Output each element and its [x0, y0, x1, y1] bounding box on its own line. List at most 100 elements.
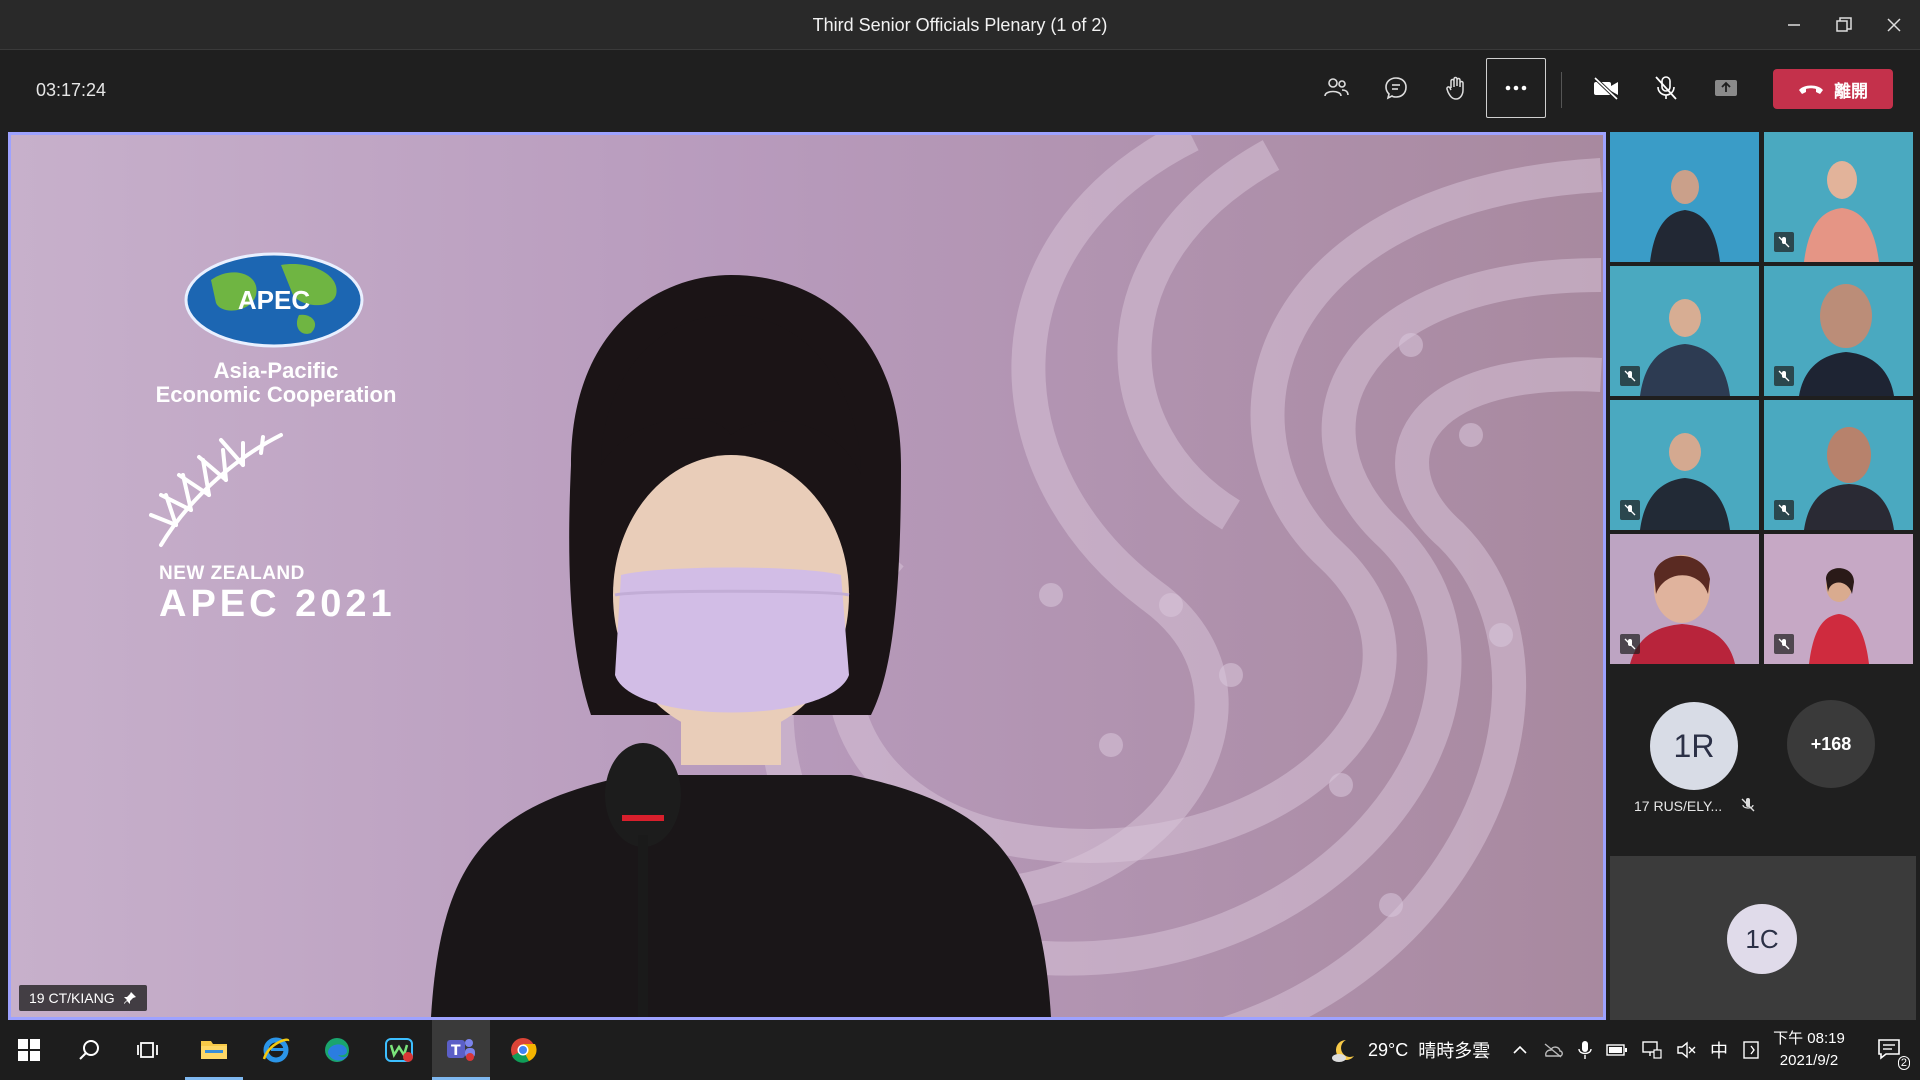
pin-icon — [123, 992, 136, 1004]
restore-button[interactable] — [1819, 0, 1869, 50]
task-view-icon — [137, 1042, 158, 1058]
input-method-indicator[interactable]: 中 — [1710, 1037, 1728, 1063]
participant-avatar-1r[interactable]: 1R — [1650, 702, 1738, 790]
nz-year-label: APEC 2021 — [159, 583, 396, 625]
close-button[interactable] — [1869, 0, 1919, 50]
weather-temperature: 29°C — [1368, 1039, 1409, 1060]
chat-button[interactable] — [1366, 58, 1426, 118]
minimize-button[interactable] — [1769, 0, 1819, 50]
tablet-mode-icon[interactable] — [1742, 1040, 1760, 1060]
edge-icon — [325, 1038, 349, 1062]
notification-center-button[interactable]: 2 — [1862, 1020, 1920, 1080]
taskbar-clock[interactable]: 下午 08:19 2021/9/2 — [1764, 1028, 1854, 1072]
internet-explorer-icon — [262, 1037, 290, 1063]
muted-indicator — [1620, 500, 1640, 520]
mic-off-icon — [1624, 370, 1636, 382]
weather-widget[interactable]: 29°C 晴時多雲 — [1330, 1020, 1490, 1080]
taskbar-chrome[interactable] — [494, 1020, 552, 1080]
call-timer: 03:17:24 — [36, 80, 107, 100]
muted-indicator — [1620, 634, 1640, 654]
main-video-stage[interactable]: APEC Asia-Pacific Economic Cooperation N… — [8, 132, 1606, 1020]
muted-indicator — [1740, 797, 1756, 818]
taskbar-edge[interactable] — [308, 1020, 366, 1080]
search-button[interactable] — [60, 1020, 118, 1080]
chrome-icon — [511, 1038, 537, 1063]
more-icon — [1505, 85, 1527, 91]
speaker-name-chip: 19 CT/KIANG — [19, 985, 147, 1011]
toolbar-separator — [1561, 72, 1562, 108]
moon-cloud-icon — [1332, 1040, 1354, 1062]
muted-indicator — [1774, 634, 1794, 654]
chevron-up-icon[interactable] — [1512, 1042, 1528, 1058]
participant-avatar-1c[interactable]: 1C — [1727, 904, 1797, 974]
clock-time: 下午 08:19 — [1773, 1030, 1845, 1047]
more-actions-button[interactable] — [1486, 58, 1546, 118]
nz-fern-logo — [149, 433, 283, 547]
apec-subtitle-line1: Asia-Pacific — [213, 358, 339, 383]
volume-muted-icon[interactable] — [1676, 1041, 1696, 1059]
raise-hand-button[interactable] — [1426, 58, 1486, 118]
participants-button[interactable] — [1306, 58, 1366, 118]
apec-logo-text: APEC — [237, 285, 311, 315]
weather-description: 晴時多雲 — [1418, 1041, 1491, 1061]
muted-indicator — [1620, 366, 1640, 386]
apec-subtitle: Asia-Pacific Economic Cooperation — [111, 359, 441, 407]
mic-off-icon — [1624, 638, 1636, 650]
participant-tile-6[interactable] — [1764, 400, 1913, 530]
phone-hangup-icon — [1799, 85, 1823, 94]
participant-tile-5[interactable] — [1610, 400, 1759, 530]
mic-off-icon — [1624, 504, 1636, 516]
taskbar-teams[interactable]: T — [432, 1020, 490, 1080]
speaker-silhouette — [431, 275, 1051, 1017]
window-title: Third Senior Officials Plenary (1 of 2) — [812, 15, 1108, 35]
participant-tile-7[interactable] — [1610, 534, 1759, 664]
taskbar-internet-explorer[interactable] — [247, 1020, 305, 1080]
camera-button[interactable] — [1576, 58, 1636, 118]
notification-count: 2 — [1897, 1056, 1910, 1070]
taskbar-file-explorer[interactable] — [185, 1020, 243, 1080]
mic-off-icon — [1778, 370, 1790, 382]
task-view-button[interactable] — [120, 1020, 178, 1080]
folder-icon — [201, 1040, 227, 1059]
system-tray: 中 — [1512, 1020, 1760, 1080]
onedrive-off-icon[interactable] — [1542, 1042, 1564, 1058]
teams-icon: T — [447, 1038, 475, 1061]
search-icon — [79, 1040, 99, 1060]
microphone-icon[interactable] — [1578, 1040, 1592, 1060]
participant-gallery: 1R 17 RUS/ELY... +168 1C — [1610, 132, 1916, 1020]
chat-icon — [1385, 77, 1407, 100]
more-participants-button[interactable]: +168 — [1787, 700, 1875, 788]
people-icon — [1324, 78, 1349, 97]
muted-indicator — [1774, 366, 1794, 386]
clock-date: 2021/9/2 — [1779, 1052, 1839, 1069]
mic-off-icon — [1741, 798, 1755, 812]
share-icon — [1715, 80, 1737, 96]
participant-tile-1[interactable] — [1610, 132, 1759, 262]
leave-label: 離開 — [1834, 81, 1868, 101]
participant-name-1r: 17 RUS/ELY... — [1634, 798, 1723, 814]
call-toolbar: 03:17:24 離開 — [0, 50, 1920, 130]
mic-off-icon — [1778, 504, 1790, 516]
svg-text:T: T — [451, 1043, 461, 1059]
start-button[interactable] — [0, 1020, 58, 1080]
mic-off-icon — [1778, 236, 1790, 248]
mic-off-icon — [1778, 638, 1790, 650]
participant-video — [1610, 132, 1759, 262]
mic-button[interactable] — [1636, 58, 1696, 118]
hand-icon — [1446, 76, 1464, 100]
taskbar-webex[interactable] — [370, 1020, 428, 1080]
minimize-icon — [1788, 24, 1800, 26]
battery-icon[interactable] — [1606, 1043, 1628, 1057]
share-button[interactable] — [1696, 58, 1756, 118]
webex-icon — [385, 1038, 413, 1062]
network-icon[interactable] — [1642, 1041, 1662, 1059]
participant-tile-4[interactable] — [1764, 266, 1913, 396]
windows-taskbar: T 29°C 晴時多雲 中 下午 08:19 2021/9/2 2 — [0, 1020, 1920, 1080]
leave-button[interactable]: 離開 — [1773, 69, 1893, 109]
speaker-name: 19 CT/KIANG — [29, 990, 115, 1006]
participant-tile-3[interactable] — [1610, 266, 1759, 396]
participant-tile-8[interactable] — [1764, 534, 1913, 664]
apec-subtitle-line2: Economic Cooperation — [155, 382, 397, 407]
participant-tile-2[interactable] — [1764, 132, 1913, 262]
windows-icon — [18, 1039, 40, 1061]
